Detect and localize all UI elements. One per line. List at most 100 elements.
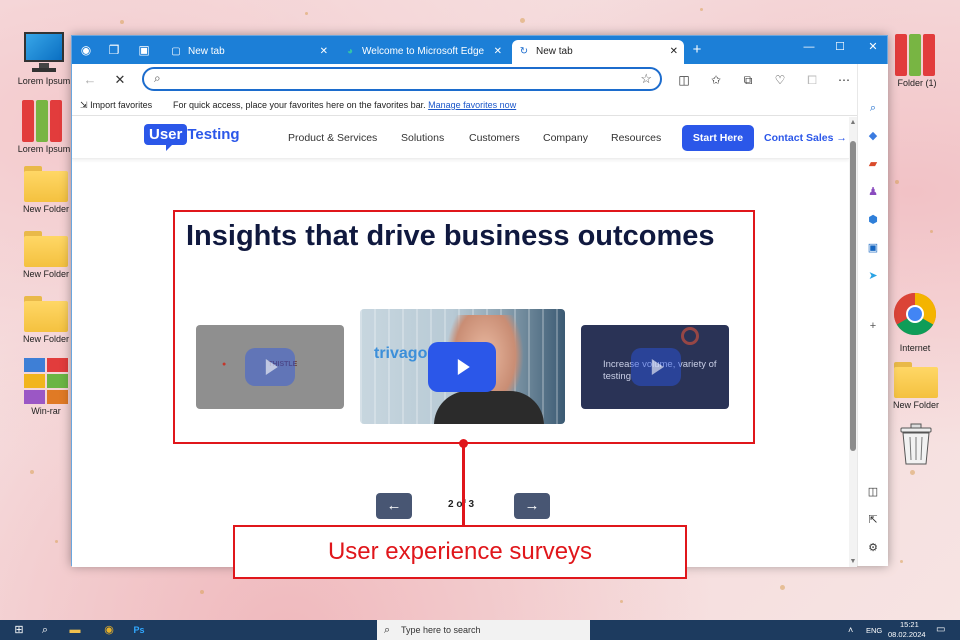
taskbar-chrome-icon[interactable]: ◉ <box>98 620 120 640</box>
sidebar-search-icon[interactable]: ⌕ <box>865 100 881 116</box>
sidebar-external-icon[interactable]: ⇱ <box>865 512 881 528</box>
folder-icon <box>24 296 68 332</box>
contact-sales-label: Contact Sales <box>764 132 834 144</box>
tab-page-icon: ▢ <box>171 46 181 57</box>
tab-actions-icon[interactable]: ▣ <box>135 41 153 59</box>
favorites-icon[interactable]: ✩ <box>706 70 726 90</box>
desktop-icon-binders[interactable]: Lorem Ipsum <box>12 98 76 154</box>
nav-company[interactable]: Company <box>543 132 588 144</box>
stop-loading-button[interactable]: ✕ <box>110 70 130 90</box>
desktop-icon-label: New Folder <box>22 204 69 214</box>
annotation-connector <box>462 446 465 526</box>
contact-sales-link[interactable]: Contact Sales → <box>764 132 847 144</box>
more-menu-icon[interactable]: ⋯ <box>834 70 854 90</box>
arrow-left-icon: ← <box>386 497 402 514</box>
binders-icon <box>895 32 939 76</box>
tab-new-tab-1[interactable]: ▢ New tab ✕ <box>164 40 334 64</box>
minimize-button[interactable]: — <box>796 36 822 58</box>
import-favorites-button[interactable]: ⇲ Import favorites <box>80 100 152 111</box>
nav-resources[interactable]: Resources <box>611 132 661 144</box>
sidebar-tools-icon[interactable]: ▰ <box>865 156 881 172</box>
site-header: User Testing Product & Services Solutions… <box>72 117 849 159</box>
desktop-icon-label: New Folder <box>22 269 69 279</box>
import-favorites-label: Import favorites <box>90 100 153 110</box>
edge-sidebar: ⌕ ◆ ▰ ♟ ⬢ ▣ ➤ + ◫ ⇱ ⚙ <box>857 64 888 566</box>
start-here-button[interactable]: Start Here <box>682 125 754 151</box>
file-explorer-icon[interactable]: ▬ <box>64 620 86 640</box>
edge-icon: ◕ <box>346 46 354 57</box>
desktop-icon-label: New Folder <box>22 334 69 344</box>
url-input[interactable] <box>174 71 624 87</box>
taskbar-search-icon[interactable]: ⌕ <box>34 620 56 640</box>
notifications-icon[interactable]: ▭ <box>936 624 945 635</box>
search-icon: ⌕ <box>384 624 391 636</box>
browser-essentials-icon[interactable]: ♡ <box>770 70 790 90</box>
sidebar-hide-icon[interactable]: ◫ <box>865 484 881 500</box>
close-tab-icon[interactable]: ✕ <box>670 40 678 64</box>
sidebar-games-icon[interactable]: ♟ <box>865 184 881 200</box>
recycle-bin-icon <box>900 423 932 465</box>
search-icon: ⌕ <box>154 71 161 85</box>
start-windows-icon[interactable]: ⊞ <box>8 620 30 640</box>
sidebar-office-icon[interactable]: ⬢ <box>865 212 881 228</box>
tray-chevron-icon[interactable]: ˄ <box>848 625 853 635</box>
tray-date[interactable]: 08.02.2024 <box>888 630 926 639</box>
photoshop-icon[interactable]: Ps <box>128 620 150 640</box>
desktop-icon-folder-1[interactable]: New Folder <box>14 166 78 214</box>
address-bar[interactable]: ⌕ ☆ <box>142 67 662 91</box>
scrollbar-thumb[interactable] <box>850 141 856 451</box>
scroll-up-icon[interactable]: ▲ <box>849 119 857 126</box>
desktop-icon-label: Folder (1) <box>897 78 937 88</box>
desktop-icon-winrar[interactable]: Win-rar <box>14 358 78 416</box>
taskbar-search-box[interactable]: ⌕ Type here to search <box>377 620 590 640</box>
desktop-icon-label: New Folder <box>892 400 939 410</box>
maximize-button[interactable]: ☐ <box>827 36 853 58</box>
folder-icon <box>24 231 68 267</box>
desktop-icon-folder-2[interactable]: New Folder <box>14 231 78 279</box>
nav-product-services[interactable]: Product & Services <box>288 132 377 144</box>
workspaces-icon[interactable]: ❐ <box>105 41 123 59</box>
close-window-button[interactable]: ✕ <box>860 36 886 58</box>
tray-language[interactable]: ENG <box>866 626 882 635</box>
tab-new-tab-active[interactable]: ↻ New tab ✕ <box>512 40 684 64</box>
address-bar-row: ← ✕ ⌕ ☆ ◫ ✩ ⧉ ♡ ⧠ ⋯ ◆ <box>72 64 887 96</box>
close-tab-icon[interactable]: ✕ <box>320 40 328 64</box>
tray-time[interactable]: 15:21 <box>900 620 919 629</box>
arrow-right-icon: → <box>836 132 847 144</box>
desktop-icon-computer[interactable]: Lorem Ipsum <box>12 30 76 86</box>
nav-solutions[interactable]: Solutions <box>401 132 444 144</box>
tab-label: New tab <box>188 46 225 57</box>
desktop-icon-internet[interactable]: Internet <box>883 292 947 353</box>
sidebar-shopping-icon[interactable]: ◆ <box>865 128 881 144</box>
desktop-icon-folder-3[interactable]: New Folder <box>14 296 78 344</box>
profile-icon[interactable]: ◉ <box>77 41 95 59</box>
collections-icon[interactable]: ⧉ <box>738 70 758 90</box>
annotation-callout: User experience surveys <box>233 525 687 579</box>
binders-icon <box>22 98 66 142</box>
new-tab-plus-icon[interactable]: + <box>688 41 706 59</box>
tab-welcome-edge[interactable]: ◕ Welcome to Microsoft Edge ✕ <box>338 40 508 64</box>
desktop-icon-recycle-bin[interactable] <box>884 422 948 471</box>
sidebar-outlook-icon[interactable]: ▣ <box>865 240 881 256</box>
usertesting-logo[interactable]: User Testing <box>144 124 240 151</box>
page-scrollbar[interactable]: ▲ ▼ <box>849 117 857 567</box>
sidebar-drop-icon[interactable]: ➤ <box>865 268 881 284</box>
carousel-next-button[interactable]: → <box>514 493 550 519</box>
loading-icon: ↻ <box>519 46 529 57</box>
logo-user-text: User <box>144 124 188 151</box>
split-screen-icon[interactable]: ◫ <box>674 70 694 90</box>
manage-favorites-link[interactable]: Manage favorites now <box>428 100 516 110</box>
back-button[interactable]: ← <box>80 70 100 90</box>
sidebar-add-icon[interactable]: + <box>865 318 881 334</box>
taskbar: ⊞ ⌕ ▬ ◉ Ps ⌕ Type here to search ˄ ENG 1… <box>0 620 960 640</box>
folder-icon <box>24 166 68 202</box>
extensions-icon[interactable]: ⧠ <box>802 70 822 90</box>
close-tab-icon[interactable]: ✕ <box>494 40 502 64</box>
nav-customers[interactable]: Customers <box>469 132 520 144</box>
favorite-star-icon[interactable]: ☆ <box>640 71 652 87</box>
scroll-down-icon[interactable]: ▼ <box>849 558 857 565</box>
desktop-icon-new-folder-right[interactable]: New Folder <box>884 362 948 410</box>
sidebar-settings-gear-icon[interactable]: ⚙ <box>865 540 881 556</box>
desktop-icon-folder-1-binders[interactable]: Folder (1) <box>885 32 949 88</box>
carousel-prev-button[interactable]: ← <box>376 493 412 519</box>
